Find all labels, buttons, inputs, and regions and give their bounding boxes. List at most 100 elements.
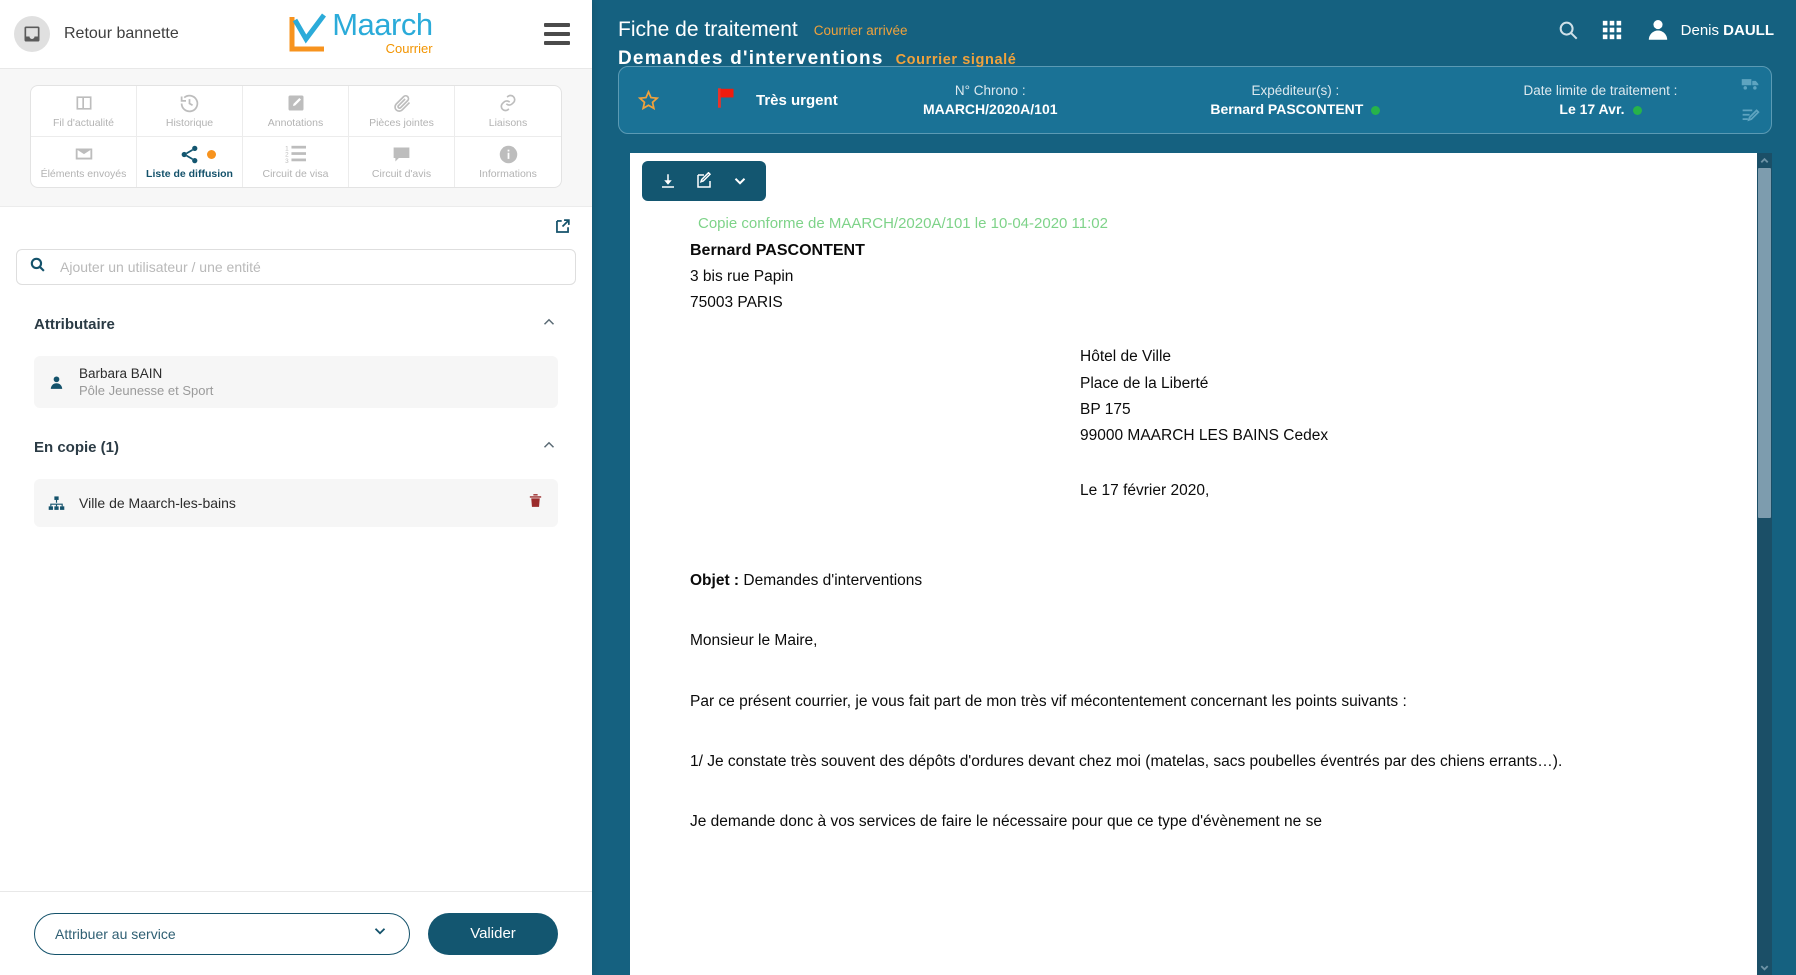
list-item-name: Ville de Maarch-les-bains xyxy=(79,495,236,511)
sidebar-item-label: Circuit d'avis xyxy=(371,168,432,180)
assign-service-label: Attribuer au service xyxy=(55,925,176,942)
field-value: MAARCH/2020A/101 xyxy=(922,101,1058,117)
document-date: Le 17 février 2020, xyxy=(1080,481,1210,499)
ordered-list-icon: 123 xyxy=(285,144,307,164)
copy-stamp-text: Copie conforme de MAARCH/2020A/101 le 10… xyxy=(698,215,1108,232)
sidebar-item-liste-de-diffusion[interactable]: Liste de diffusion xyxy=(137,137,243,187)
chevron-up-icon[interactable] xyxy=(540,436,558,459)
group-header-attributaire[interactable]: Attributaire xyxy=(34,313,558,340)
field-label: N° Chrono : xyxy=(954,83,1026,98)
validate-button[interactable]: Valider xyxy=(428,912,558,955)
search-input-wrapper[interactable] xyxy=(16,249,576,285)
favorite-star-icon[interactable] xyxy=(637,89,660,112)
field-value: Le 17 Avr. xyxy=(1559,101,1625,117)
scrollbar-thumb[interactable] xyxy=(1758,168,1771,518)
field-label: Date limite de traitement : xyxy=(1523,83,1678,98)
sidebar-item-label: Liste de diffusion xyxy=(146,168,233,180)
sidebar-tabs-row-1: Fil d'actualité Historique Annotations P… xyxy=(31,86,561,137)
chevron-down-icon[interactable] xyxy=(724,167,756,195)
list-item[interactable]: Ville de Maarch-les-bains xyxy=(34,479,558,527)
sidebar-item-circuit-avis[interactable]: Circuit d'avis xyxy=(349,137,455,187)
sidebar-item-annotations[interactable]: Annotations xyxy=(243,86,349,136)
list-item[interactable]: Barbara BAIN Pôle Jeunesse et Sport xyxy=(34,356,558,408)
sidebar-item-label: Pièces jointes xyxy=(369,117,434,129)
recipient-line-1: Hôtel de Ville xyxy=(1080,348,1172,366)
sidebar-item-elements-envoyes[interactable]: Éléments envoyés xyxy=(31,137,137,187)
history-icon xyxy=(179,93,200,113)
document-title-row: Demandes d'interventions Courrier signal… xyxy=(618,48,1016,70)
edit-icon[interactable] xyxy=(688,167,720,195)
back-to-basket-button[interactable]: Retour bannette xyxy=(14,16,179,52)
sidebar-footer: Attribuer au service Valider xyxy=(0,891,592,975)
sender-address-line-1: 3 bis rue Papin xyxy=(690,267,794,285)
recipient-line-4: 99000 MAARCH LES BAINS Cedex xyxy=(1080,427,1329,445)
sidebar-item-fil-actualite[interactable]: Fil d'actualité xyxy=(31,86,137,136)
info-card-actions xyxy=(1740,73,1761,127)
top-bar-actions: Denis DAULL xyxy=(1557,17,1774,43)
pencil-square-icon xyxy=(286,93,306,113)
open-external-icon[interactable] xyxy=(553,217,572,241)
unread-badge-dot xyxy=(207,150,216,159)
status-badge xyxy=(1632,105,1642,115)
share-icon xyxy=(179,144,200,164)
search-input[interactable] xyxy=(58,258,563,276)
user-icon xyxy=(48,374,65,391)
sender-name: Bernard PASCONTENT xyxy=(690,241,865,259)
scroll-down-arrow-icon[interactable] xyxy=(1757,960,1772,975)
sidebar-item-label: Annotations xyxy=(267,117,324,129)
sidebar-tabs-row-2: Éléments envoyés Liste de diffusion 123 xyxy=(31,137,561,187)
sidebar-item-circuit-de-visa[interactable]: 123 Circuit de visa xyxy=(243,137,349,187)
sidebar-item-label: Historique xyxy=(165,117,214,129)
user-menu[interactable]: Denis DAULL xyxy=(1645,17,1774,43)
sidebar-item-label: Fil d'actualité xyxy=(53,117,114,129)
document-viewer: Copie conforme de MAARCH/2020A/101 le 10… xyxy=(618,153,1772,975)
field-deadline: Date limite de traitement : Le 17 Avr. xyxy=(1448,83,1753,117)
grid-apps-icon[interactable] xyxy=(1601,19,1623,41)
scroll-up-arrow-icon[interactable] xyxy=(1757,153,1772,168)
sidebar-item-historique[interactable]: Historique xyxy=(137,86,243,136)
shipping-truck-icon[interactable] xyxy=(1740,73,1761,94)
back-to-basket-label: Retour bannette xyxy=(64,25,179,42)
group-title: Attributaire xyxy=(34,316,115,333)
columns-icon xyxy=(74,93,94,113)
download-icon[interactable] xyxy=(652,167,684,195)
chevron-up-icon[interactable] xyxy=(540,313,558,336)
document-scrollbar[interactable] xyxy=(1757,153,1772,975)
red-flag-icon xyxy=(714,85,740,116)
recipient-line-2: Place de la Liberté xyxy=(1080,374,1209,392)
delete-icon[interactable] xyxy=(527,492,544,514)
expand-row xyxy=(16,207,576,245)
assign-service-select[interactable]: Attribuer au service xyxy=(34,912,410,955)
chevron-down-icon xyxy=(371,922,389,945)
logo-sub-text: Courrier xyxy=(385,40,433,56)
list-item-subtitle: Pôle Jeunesse et Sport xyxy=(79,383,214,398)
sidebar-item-label: Circuit de visa xyxy=(262,168,329,180)
priority-indicator: Très urgent xyxy=(714,85,838,116)
user-first-name: Denis xyxy=(1680,21,1719,39)
sidebar-item-label: Éléments envoyés xyxy=(40,168,127,180)
search-icon[interactable] xyxy=(1557,19,1579,41)
list-item-name: Barbara BAIN xyxy=(79,366,163,381)
sidebar-header: Retour bannette Maarch Courrier xyxy=(0,0,592,69)
app-root: Retour bannette Maarch Courrier Fil d'ac… xyxy=(0,0,1796,975)
sidebar-item-pieces-jointes[interactable]: Pièces jointes xyxy=(349,86,455,136)
link-icon xyxy=(498,93,518,113)
edit-note-icon[interactable] xyxy=(1740,106,1761,127)
document-page: Copie conforme de MAARCH/2020A/101 le 10… xyxy=(630,153,1772,975)
sidebar-item-label: Informations xyxy=(479,168,537,180)
sidebar-item-liaisons[interactable]: Liaisons xyxy=(455,86,561,136)
status-badge xyxy=(1371,105,1381,115)
document-salutation: Monsieur le Maire, xyxy=(690,632,818,650)
left-panel: Retour bannette Maarch Courrier Fil d'ac… xyxy=(0,0,592,975)
hamburger-menu-icon[interactable] xyxy=(540,19,574,49)
sidebar-item-informations[interactable]: Informations xyxy=(455,137,561,187)
search-icon xyxy=(29,256,46,278)
diffusion-list-body: Attributaire Barbara BAIN Pôle Jeunesse … xyxy=(0,207,592,891)
document-toolbar xyxy=(642,161,766,201)
subject-label: Objet : xyxy=(690,572,740,590)
document-flag-label: Courrier signalé xyxy=(895,52,1017,68)
user-name: Denis DAULL xyxy=(1681,22,1774,39)
user-last-name: DAULL xyxy=(1723,21,1774,39)
sidebar-item-label: Liaisons xyxy=(488,117,528,129)
group-header-en-copie[interactable]: En copie (1) xyxy=(34,436,558,463)
